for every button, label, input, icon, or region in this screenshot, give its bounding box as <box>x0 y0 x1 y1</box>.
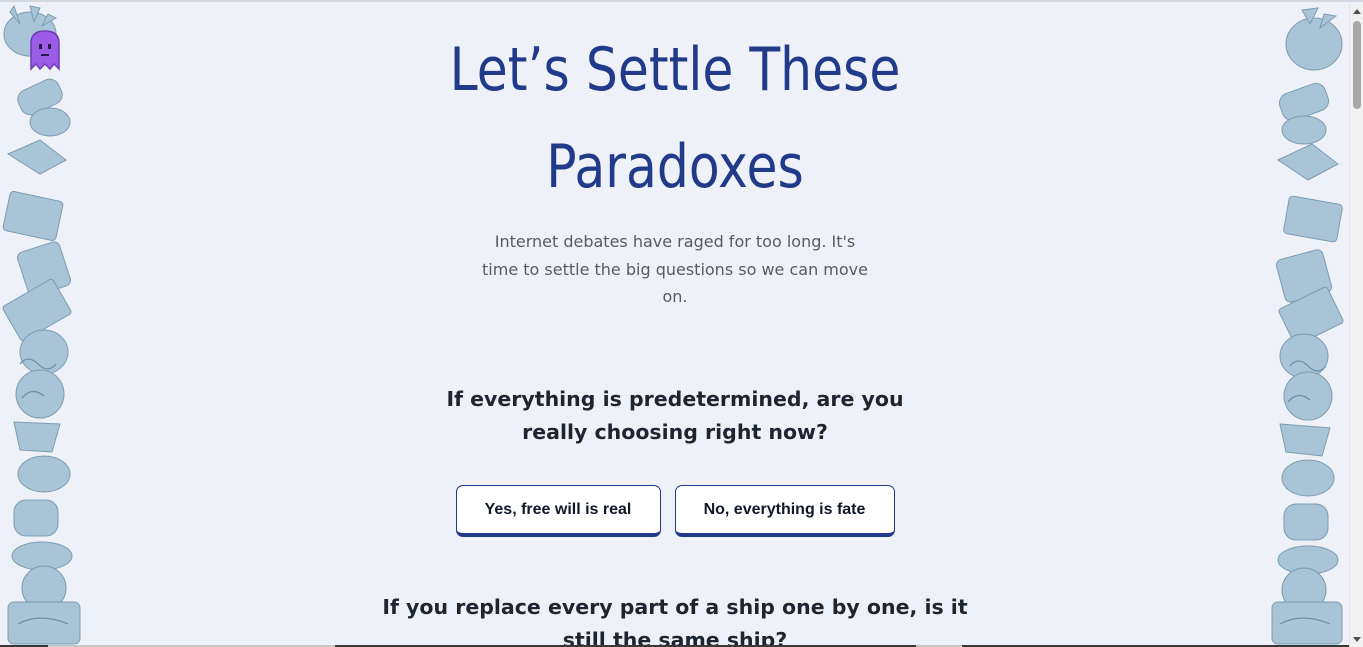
ghost-icon[interactable] <box>27 29 63 73</box>
right-collage-strip <box>1268 4 1350 647</box>
vertical-scrollbar[interactable] <box>1349 4 1363 647</box>
title-wrapper: Let’s Settle These Paradoxes <box>82 22 1268 216</box>
answer-buttons: Yes, free will is real No, everything is… <box>82 485 1268 537</box>
page-title: Let’s Settle These Paradoxes <box>449 35 901 202</box>
left-collage-strip <box>0 4 82 647</box>
scrollbar-thumb[interactable] <box>1353 21 1361 109</box>
free-will-button[interactable]: Yes, free will is real <box>455 485 661 537</box>
left-collage-art <box>2 4 81 645</box>
main-content: Let’s Settle These Paradoxes Internet de… <box>82 2 1268 647</box>
question-ship-of-theseus: If you replace every part of a ship one … <box>382 595 968 647</box>
scroll-up-arrow-icon[interactable] <box>1353 9 1361 14</box>
question-free-will: If everything is predetermined, are you … <box>446 387 904 444</box>
ghost-logo-art <box>30 30 60 71</box>
page-subtitle: Internet debates have raged for too long… <box>482 232 868 306</box>
fate-button[interactable]: No, everything is fate <box>674 485 895 537</box>
scroll-down-arrow-icon[interactable] <box>1353 637 1361 642</box>
right-collage-art <box>1271 7 1344 645</box>
